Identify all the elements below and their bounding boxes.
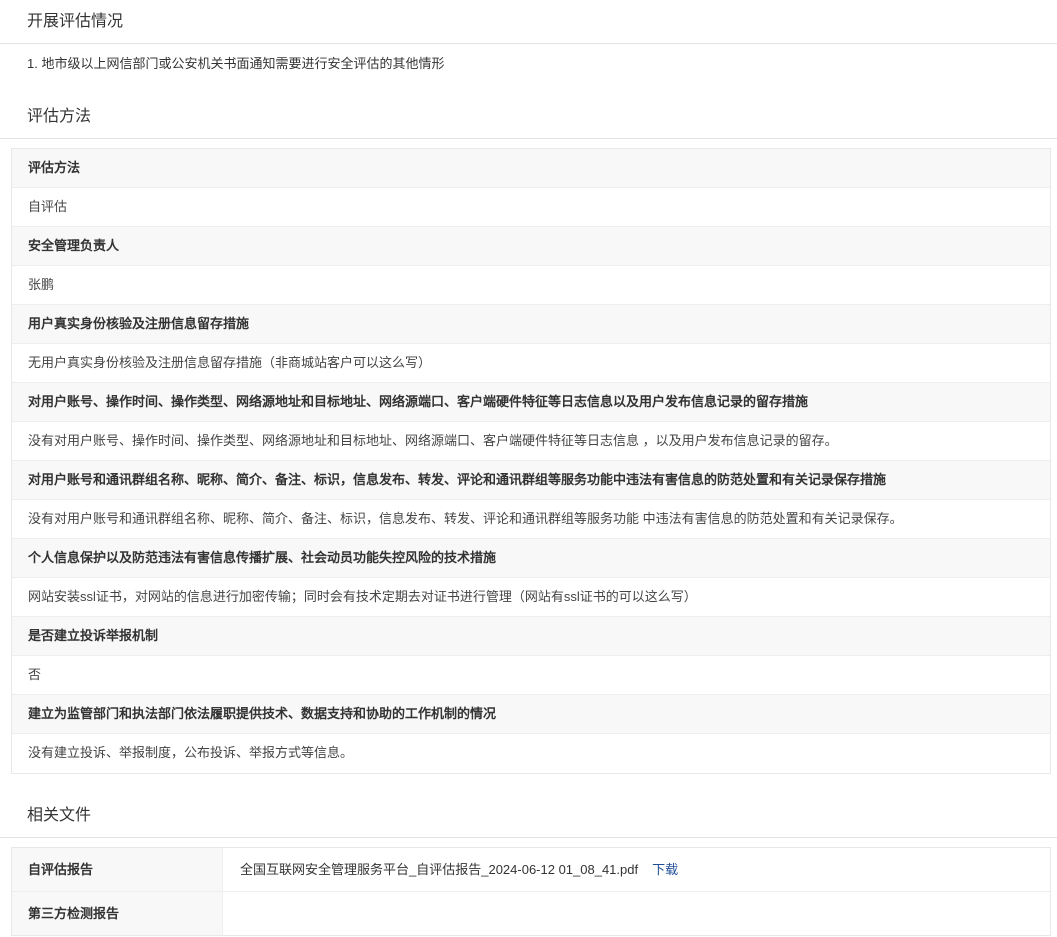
file-row-third-party: 第三方检测报告 [12,892,1050,935]
method-row-label: 个人信息保护以及防范违法有害信息传播扩展、社会动员功能失控风险的技术措施 [12,539,1050,578]
method-row-value: 张鹏 [12,266,1050,305]
file-value: 全国互联网安全管理服务平台_自评估报告_2024-06-12 01_08_41.… [223,848,1050,891]
files-section: 相关文件 自评估报告 全国互联网安全管理服务平台_自评估报告_2024-06-1… [0,795,1057,936]
file-value [223,892,1050,935]
assessment-item: 1. 地市级以上网信部门或公安机关书面通知需要进行安全评估的其他情形 [27,56,445,71]
method-row-value: 网站安装ssl证书，对网站的信息进行加密传输；同时会有技术定期去对证书进行管理（… [12,578,1050,617]
method-row-value: 没有对用户账号、操作时间、操作类型、网络源地址和目标地址、网络源端口、客户端硬件… [12,422,1050,461]
method-row-label: 对用户账号、操作时间、操作类型、网络源地址和目标地址、网络源端口、客户端硬件特征… [12,383,1050,422]
method-table: 评估方法 自评估 安全管理负责人 张鹏 用户真实身份核验及注册信息留存措施 无用… [11,148,1051,774]
section-title-assessment: 开展评估情况 [0,0,1057,44]
files-table: 自评估报告 全国互联网安全管理服务平台_自评估报告_2024-06-12 01_… [11,847,1051,936]
method-row-value: 没有建立投诉、举报制度，公布投诉、举报方式等信息。 [12,734,1050,773]
method-row-value: 没有对用户账号和通讯群组名称、昵称、简介、备注、标识，信息发布、转发、评论和通讯… [12,500,1050,539]
method-row-label: 建立为监管部门和执法部门依法履职提供技术、数据支持和协助的工作机制的情况 [12,695,1050,734]
section-title-files: 相关文件 [0,795,1057,838]
method-row-value: 否 [12,656,1050,695]
file-row-self-assessment: 自评估报告 全国互联网安全管理服务平台_自评估报告_2024-06-12 01_… [12,848,1050,892]
method-row-value: 自评估 [12,188,1050,227]
method-row-label: 是否建立投诉举报机制 [12,617,1050,656]
method-row-label: 用户真实身份核验及注册信息留存措施 [12,305,1050,344]
section-title-method: 评估方法 [0,96,1057,139]
method-row-label: 对用户账号和通讯群组名称、昵称、简介、备注、标识，信息发布、转发、评论和通讯群组… [12,461,1050,500]
method-row-value: 无用户真实身份核验及注册信息留存措施（非商城站客户可以这么写） [12,344,1050,383]
file-label: 第三方检测报告 [12,892,223,935]
method-row-label: 安全管理负责人 [12,227,1050,266]
method-row-label: 评估方法 [12,149,1050,188]
assessment-section: 开展评估情况 1. 地市级以上网信部门或公安机关书面通知需要进行安全评估的其他情… [0,0,1057,83]
file-name: 全国互联网安全管理服务平台_自评估报告_2024-06-12 01_08_41.… [240,862,639,877]
file-label: 自评估报告 [12,848,223,891]
method-section: 评估方法 评估方法 自评估 安全管理负责人 张鹏 用户真实身份核验及注册信息留存… [0,96,1057,774]
download-link[interactable]: 下载 [652,862,678,877]
